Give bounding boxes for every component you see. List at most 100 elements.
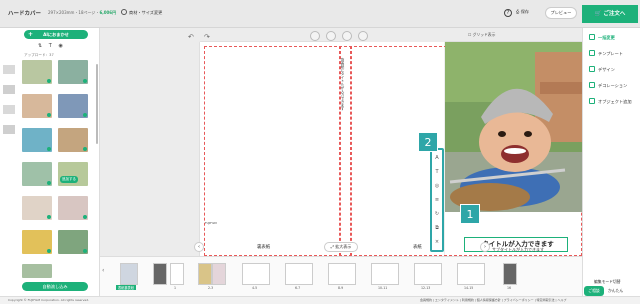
text-tool-palette: A T ◎ ≡ ↻ ⧉ × [430,148,444,252]
cover-photo-image [445,42,586,212]
photo-thumbnail[interactable] [22,128,52,152]
used-check-icon [83,113,87,117]
font-icon[interactable]: A [432,152,442,164]
photo-filter-icons: ⇅ T ◉ [38,43,68,49]
change-product-button[interactable]: 商材・サイズ変更 [121,9,162,16]
add-object-icon [589,98,595,104]
layout-icon[interactable] [310,31,320,41]
next-page-button[interactable]: › [480,242,490,252]
auto-fill-button[interactable]: 自動流し込み [22,282,88,291]
decoration-icon [589,82,595,88]
filmstrip-page-label: 1 [174,286,177,290]
delete-icon[interactable]: × [432,236,442,248]
photo-thumbnail[interactable] [58,60,88,84]
filmstrip-page[interactable] [242,263,270,285]
add-object-item[interactable]: オブジェクト追加 [589,98,632,105]
design-item[interactable]: デザイン [589,66,615,73]
used-check-icon [83,249,87,253]
used-check-icon [83,147,87,151]
right-tool-panel: 一括変更 テンプレート デザイン デコレーション オブジェクト追加 [582,28,640,304]
duplicate-icon[interactable]: ⧉ [432,222,442,234]
sort-icon[interactable]: ⇅ [38,43,42,49]
preview-button[interactable]: プレビュー [545,7,577,19]
photo-thumbnail[interactable] [58,94,88,118]
tool-strip-icons [3,65,15,134]
add-photo-badge[interactable]: 追加する [60,176,78,183]
cover-photo[interactable] [445,42,586,212]
grid-toggle[interactable]: ☐ グリッド表示 [468,32,495,38]
used-check-icon [47,79,51,83]
rotate-icon[interactable]: ↻ [432,208,442,220]
photo-thumbnail[interactable] [58,230,88,254]
filmstrip-page-label: 16 [507,286,512,290]
redo-icon[interactable]: ↷ [204,33,210,41]
photo-thumbnail[interactable] [58,196,88,220]
filmstrip-page[interactable] [328,263,356,285]
photo-thumbnail[interactable] [22,230,52,254]
photo-scrollbar[interactable] [96,64,98,144]
color-icon[interactable]: ◎ [432,180,442,192]
zoom-button[interactable]: ⤢ 拡大表示 [324,242,358,252]
photo-thumbnail[interactable] [22,162,52,186]
footer: Copyright © FUJIFILM Corporation. All ri… [0,296,640,304]
filmstrip-page[interactable] [457,263,485,285]
design-label: デザイン [598,67,615,72]
used-check-icon [47,181,51,185]
undo-icon[interactable]: ↶ [188,33,194,41]
spine-title[interactable]: 背表紙にタイトルが入力できます [340,58,346,178]
order-label: ご注文へ [603,11,626,17]
filmstrip-left-icon[interactable]: ‹ [102,267,104,274]
filmstrip-page-label: 6-7 [295,286,301,290]
photo-thumbnail[interactable] [58,128,88,152]
product-price: 6,006円 [99,10,117,15]
change-product-label: 商材・サイズ変更 [129,10,163,15]
filmstrip-page[interactable] [170,263,184,285]
swap-icon[interactable] [326,31,336,41]
product-spec-text: 297×203mm・18ページ・ [48,10,100,15]
used-check-icon [83,79,87,83]
page-filmstrip: ‹ 表紙裏表紙 1 2-3 4-5 6-7 8-9 10-11 12-13 14… [100,256,582,296]
refresh-icon [121,9,127,15]
filmstrip-page[interactable] [198,263,212,285]
footer-links[interactable]: 会員規約 | エンタテイメント | 利用規約 | 個人情報保護方針 | プライバ… [420,298,566,302]
filmstrip-page[interactable] [285,263,313,285]
filmstrip-page[interactable] [503,263,517,285]
filmstrip-page[interactable] [414,263,442,285]
decoration-item[interactable]: デコレーション [589,82,627,89]
photo-thumbnail[interactable] [22,60,52,84]
bulk-change-icon [589,34,595,40]
ai-auto-label: AIにおまかせ [43,32,69,37]
save-button[interactable]: ⎙ 保存 [516,9,529,15]
prev-page-button[interactable]: ‹ [194,242,204,252]
align-text-icon[interactable]: ≡ [432,194,442,206]
ai-auto-button[interactable]: + AIにおまかせ [24,30,88,39]
filmstrip-page-label: 14-15 [464,286,474,290]
order-button[interactable]: 🛒 ご注文へ [582,5,638,23]
filmstrip-page[interactable] [371,263,399,285]
photo-thumbnail[interactable] [22,196,52,220]
tool-strip [0,63,18,293]
filmstrip-page[interactable] [212,263,226,285]
filmstrip-page-label: 8-9 [338,286,344,290]
edit-mode-toggle[interactable]: 編集モード切替 [594,279,621,285]
background-icon[interactable] [358,31,368,41]
text-filter-icon[interactable]: T [49,43,52,49]
filmstrip-cover-front[interactable] [153,263,167,285]
consult-button[interactable]: ご相談 [584,286,604,296]
help-icon[interactable]: ? [504,9,512,17]
photo-thumbnail[interactable] [22,94,52,118]
filmstrip-cover-back[interactable] [120,263,138,285]
align-icon[interactable] [342,31,352,41]
callout-label-2: 2 [418,132,438,152]
photo-thumbnail[interactable]: 追加する [58,162,88,186]
used-check-icon [47,113,51,117]
bulk-change-item[interactable]: 一括変更 [589,34,615,41]
easy-mode-label[interactable]: かんたん [608,288,623,294]
text-size-icon[interactable]: T [432,166,442,178]
eye-icon[interactable]: ◉ [58,43,62,49]
photo-thumbnail[interactable] [22,264,52,278]
filmstrip-page-label: 12-13 [421,286,431,290]
bulk-change-label: 一括変更 [598,35,615,40]
template-item[interactable]: テンプレート [589,50,623,57]
top-bar: ハードカバー 297×203mm・18ページ・6,006円 商材・サイズ変更 ?… [0,0,640,28]
